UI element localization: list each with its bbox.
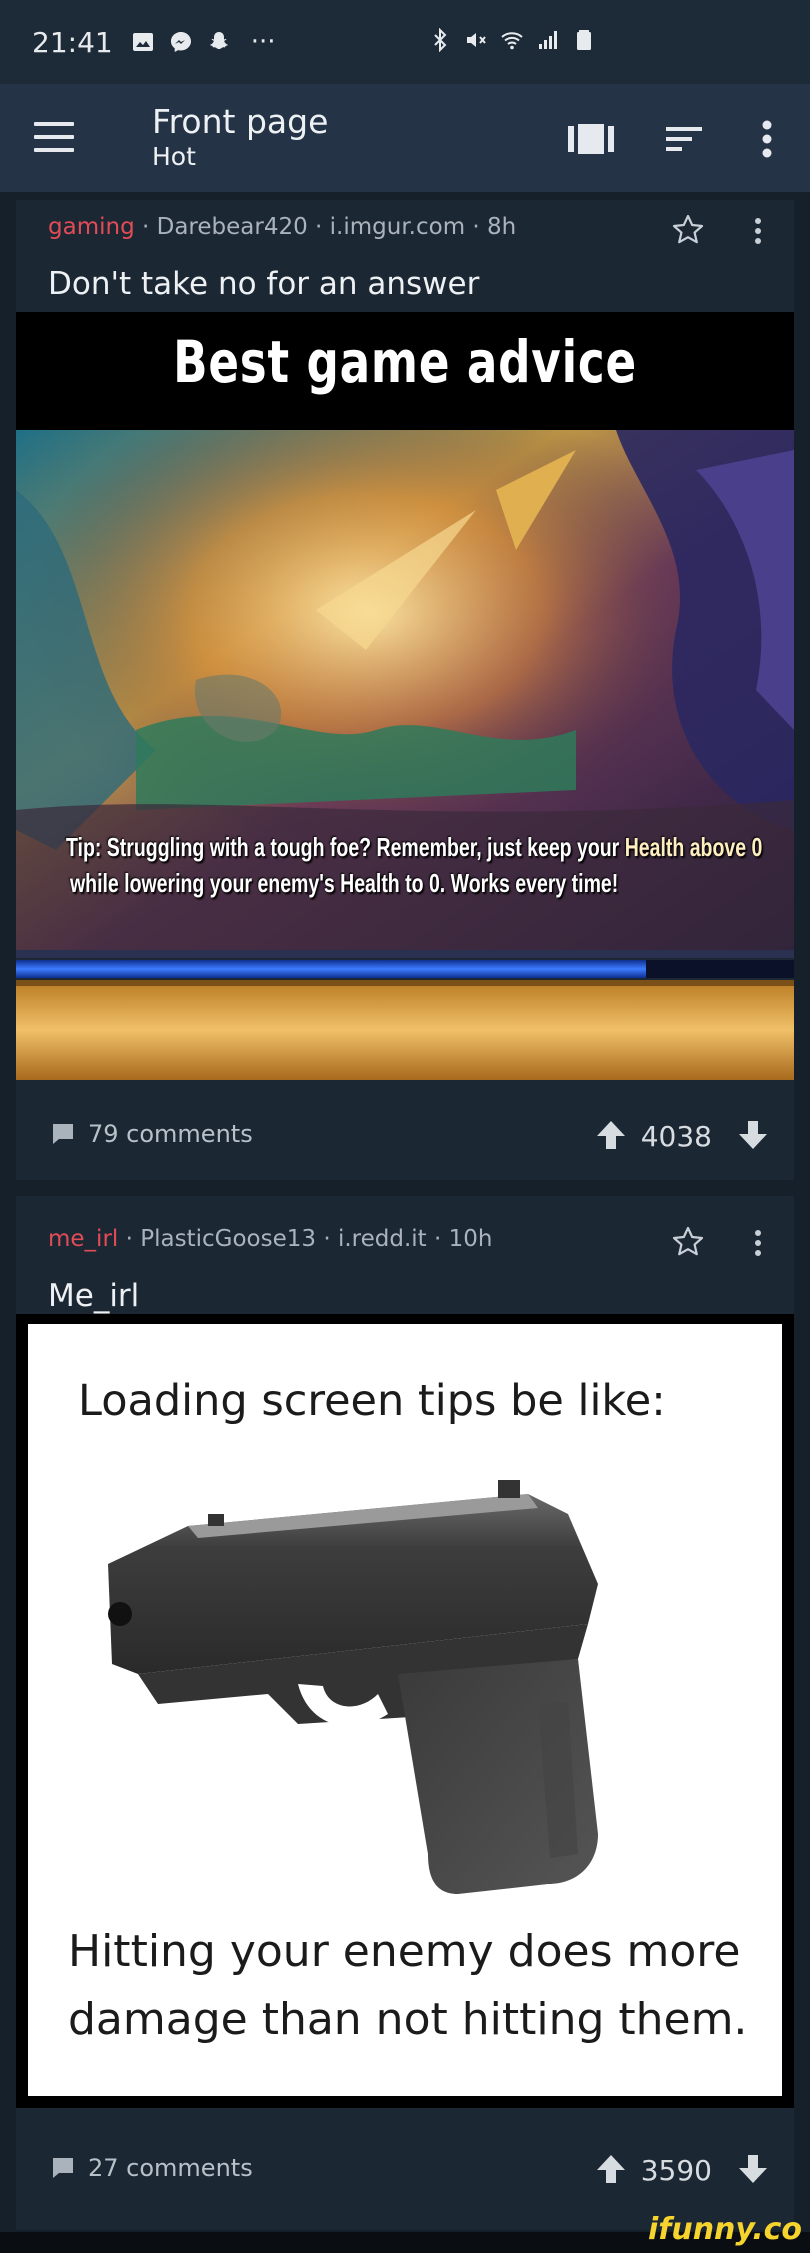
post-domain: i.imgur.com: [329, 214, 466, 240]
star-icon[interactable]: [670, 1224, 706, 1260]
meme-caption-top: Loading screen tips be like:: [78, 1376, 666, 1426]
post-title[interactable]: Me_irl: [48, 1278, 139, 1314]
meta-separator: ·: [125, 1226, 133, 1252]
meta-separator: ·: [323, 1226, 331, 1252]
comment-icon: [53, 2158, 73, 2178]
wifi-icon: [501, 32, 523, 50]
comments-button[interactable]: 79 comments: [50, 1120, 253, 1148]
messenger-icon: [170, 32, 191, 52]
signal-icon: [539, 31, 557, 49]
status-time: 21:41: [32, 25, 113, 59]
star-icon[interactable]: [670, 212, 706, 248]
comment-icon: [53, 1124, 73, 1144]
meta-separator: ·: [141, 214, 150, 240]
upvote-icon[interactable]: [594, 2152, 628, 2186]
status-notification-icons: ···: [131, 27, 276, 57]
meta-separator: ·: [315, 214, 323, 240]
bluetooth-icon: [434, 28, 447, 52]
app-title-group: Front page Hot: [152, 102, 328, 172]
snapchat-icon: [209, 32, 228, 49]
post-age: 8h: [487, 214, 517, 240]
tip-text-a: Tip: Struggling with a tough foe? Rememb…: [66, 832, 625, 862]
status-bar: 21:41 ···: [0, 0, 810, 84]
post-score: 4038: [640, 1120, 712, 1153]
comments-button[interactable]: 27 comments: [50, 2154, 253, 2182]
view-mode-icon[interactable]: [566, 114, 616, 164]
mute-icon: [467, 33, 486, 47]
post-author[interactable]: PlasticGoose13: [140, 1226, 316, 1252]
post-meta: me_irl · PlasticGoose13 · i.redd.it · 10…: [48, 1226, 492, 1252]
post-title[interactable]: Don't take no for an answer: [48, 266, 479, 302]
meta-separator: ·: [433, 1226, 442, 1252]
post-image[interactable]: Loading screen tips be like: Hitting you…: [16, 1314, 794, 2108]
comments-count: 79 comments: [88, 1120, 253, 1148]
meme-panel: Loading screen tips be like: Hitting you…: [28, 1324, 782, 2096]
downvote-icon[interactable]: [736, 1118, 770, 1152]
pistol-image: [108, 1480, 598, 1894]
sort-icon[interactable]: [660, 114, 710, 164]
post-age: 10h: [448, 1226, 493, 1252]
meta-separator: ·: [472, 214, 480, 240]
post-meta: gaming · Darebear420 · i.imgur.com · 8h: [48, 214, 516, 240]
post-footer: 27 comments 3590: [16, 2130, 794, 2214]
image-tip-line-2: while lowering your enemy's Health to 0.…: [70, 868, 619, 898]
image-tip-line-1: Tip: Struggling with a tough foe? Rememb…: [66, 832, 762, 863]
post-author[interactable]: Darebear420: [157, 214, 308, 240]
sort-label: Hot: [152, 142, 196, 171]
post-card[interactable]: me_irl · PlasticGoose13 · i.redd.it · 10…: [16, 1196, 794, 2230]
app-bar: Front page Hot: [0, 84, 810, 192]
downvote-icon[interactable]: [736, 2152, 770, 2186]
post-more-icon[interactable]: [746, 214, 770, 250]
ifunny-watermark: ifunny.co: [648, 2212, 802, 2247]
meme-caption-bottom: Hitting your enemy does more damage than…: [68, 1926, 748, 2045]
hamburger-menu-icon[interactable]: [34, 122, 74, 152]
more-notifications-icon: ···: [250, 27, 276, 57]
upvote-icon[interactable]: [594, 1118, 628, 1152]
status-system-icons: [428, 28, 596, 52]
page-title: Front page: [152, 102, 329, 141]
gallery-icon: [132, 33, 153, 51]
post-score: 3590: [640, 2154, 712, 2187]
game-artwork-image: [16, 430, 794, 1080]
battery-icon: [577, 30, 591, 50]
comments-count: 27 comments: [88, 2154, 253, 2182]
post-footer: 79 comments 4038: [16, 1096, 794, 1180]
subreddit-link[interactable]: me_irl: [48, 1226, 118, 1252]
post-image[interactable]: Best game advice Tip: Struggling with a …: [16, 312, 794, 1080]
subreddit-link[interactable]: gaming: [48, 214, 135, 240]
image-header-text: Best game advice: [173, 328, 637, 396]
post-card[interactable]: gaming · Darebear420 · i.imgur.com · 8h …: [16, 200, 794, 1180]
overflow-menu-icon[interactable]: [742, 114, 792, 164]
tip-text-b: Health above 0: [624, 832, 763, 862]
post-domain: i.redd.it: [337, 1226, 427, 1252]
image-header: Best game advice: [16, 312, 794, 430]
post-more-icon[interactable]: [746, 1226, 770, 1262]
